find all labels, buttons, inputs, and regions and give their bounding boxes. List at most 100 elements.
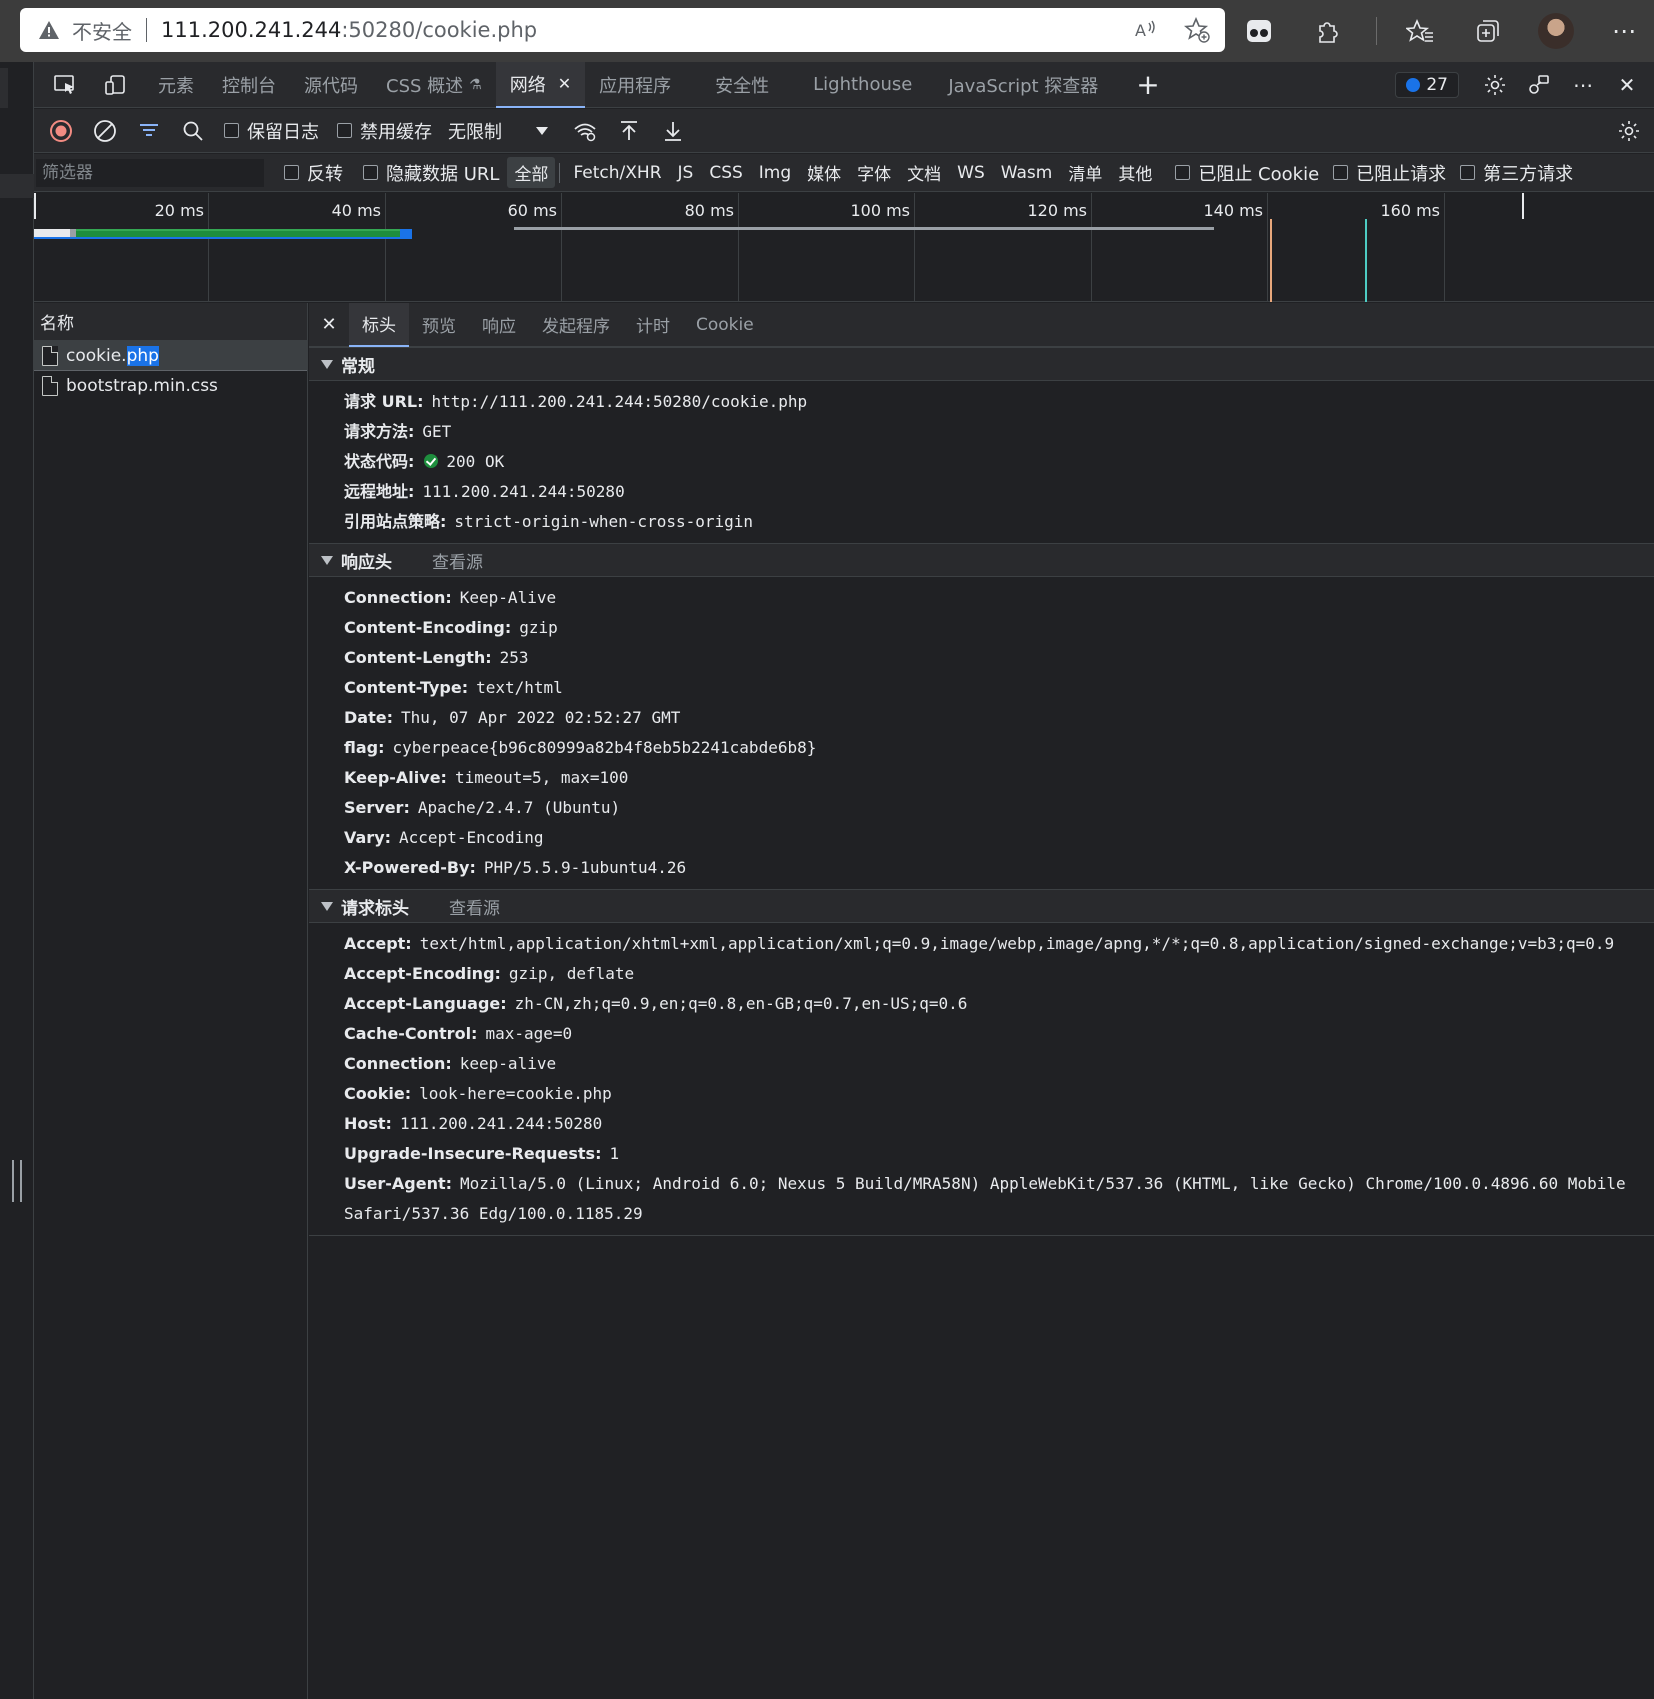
checkbox-box[interactable] [363,165,378,180]
filter-type-wasm[interactable]: Wasm [994,160,1060,186]
view-source-link[interactable]: 查看源 [432,548,483,573]
filter-type-manifest[interactable]: 清单 [1061,157,1109,188]
blocked-requests-checkbox[interactable]: 已阻止请求 [1333,160,1446,186]
third-party-checkbox[interactable]: 第三方请求 [1460,160,1573,186]
network-conditions-icon[interactable] [568,114,602,148]
tab-security[interactable]: 安全性 [701,62,783,108]
close-details-icon[interactable]: ✕ [309,314,349,335]
filter-icon[interactable] [132,114,166,148]
tab-sources[interactable]: 源代码 [290,62,372,108]
tab-preview[interactable]: 预览 [409,303,469,347]
header-value: gzip, deflate [508,964,635,983]
disable-cache-checkbox[interactable]: 禁用缓存 [337,118,432,144]
chevron-down-icon [536,126,548,135]
request-row[interactable]: bootstrap.min.css [34,371,307,401]
collections-icon[interactable] [1469,12,1507,50]
checkbox-box[interactable] [284,165,299,180]
search-icon[interactable] [176,114,210,148]
extensions-icon[interactable] [1308,12,1346,50]
header-value: GET [422,422,452,441]
tab-javascript-profiler[interactable]: JavaScript 探查器 [934,62,1112,108]
checkbox-box[interactable] [1460,165,1476,180]
filter-type-media[interactable]: 媒体 [800,157,848,188]
connect-device-icon[interactable] [1524,70,1554,100]
disable-cache-label: 禁用缓存 [360,121,432,143]
filter-type-other[interactable]: 其他 [1111,157,1159,188]
more-menu-icon[interactable]: ⋯ [1568,70,1598,100]
response-headers-section-header[interactable]: 响应头 查看源 [309,543,1654,577]
filter-type-all[interactable]: 全部 [507,157,556,188]
close-devtools-icon[interactable]: ✕ [1612,70,1642,100]
tab-initiator[interactable]: 发起程序 [529,303,623,347]
extension-avatar-icon[interactable] [1240,12,1278,50]
timeline-overview[interactable]: 20 ms 40 ms 60 ms 80 ms 100 ms 120 ms 14… [34,193,1654,302]
address-bar[interactable]: 不安全 111.200.241.244:50280/cookie.php A [20,8,1225,52]
hide-data-url-checkbox[interactable]: 隐藏数据 URL [363,160,499,186]
preserve-log-checkbox[interactable]: 保留日志 [224,118,319,144]
invert-checkbox[interactable]: 反转 [284,160,343,186]
header-value: keep-alive [459,1054,557,1073]
inspect-element-icon[interactable] [46,66,84,104]
export-har-icon[interactable] [656,114,690,148]
network-settings-gear-icon[interactable] [1612,114,1646,148]
tab-timing[interactable]: 计时 [623,303,683,347]
header-key: Host: [344,1114,392,1133]
filter-type-ws[interactable]: WS [950,160,992,186]
tab-css-overview[interactable]: CSS 概述 ⚗ [372,62,496,108]
header-key: Content-Type: [344,678,469,697]
header-key: 引用站点策略: [344,512,447,531]
general-section-header[interactable]: 常规 [309,347,1654,381]
url-host[interactable]: 111.200.241.244 [161,18,341,42]
checkbox-box[interactable] [337,123,352,138]
filter-type-doc[interactable]: 文档 [900,157,948,188]
settings-gear-icon[interactable] [1480,70,1510,100]
throttling-select[interactable]: 无限制 [448,118,548,144]
request-headers-section-header[interactable]: 请求标头 查看源 [309,889,1654,923]
resize-handle[interactable] [12,1160,22,1202]
add-tab-icon[interactable]: + [1122,62,1173,108]
clear-icon[interactable] [88,114,122,148]
warning-icon[interactable] [36,17,62,43]
checkbox-box[interactable] [224,123,239,138]
checkbox-box[interactable] [1175,165,1191,180]
blocked-requests-label: 已阻止请求 [1356,163,1447,185]
filter-type-fetch-xhr[interactable]: Fetch/XHR [566,160,668,186]
tab-console[interactable]: 控制台 [208,62,290,108]
close-tab-icon[interactable]: ✕ [558,74,571,93]
name-column-header[interactable]: 名称 [34,303,307,341]
filter-type-js[interactable]: JS [671,160,701,186]
header-row: Accept-Encoding: gzip, deflate [344,959,1654,989]
read-aloud-icon[interactable]: A [1131,16,1159,44]
header-row: 请求 URL: http://111.200.241.244:50280/cook… [344,387,1654,417]
tab-cookies[interactable]: Cookie [683,303,767,347]
favorites-icon[interactable] [1401,12,1439,50]
url-path[interactable]: :50280/cookie.php [341,18,537,42]
insecure-label[interactable]: 不安全 [72,16,132,45]
tab-network[interactable]: 网络 ✕ [495,61,586,108]
filter-type-img[interactable]: Img [752,160,798,186]
tab-elements[interactable]: 元素 [144,62,208,108]
view-source-link[interactable]: 查看源 [449,894,500,919]
device-toolbar-icon[interactable] [96,66,134,104]
import-har-icon[interactable] [612,114,646,148]
issues-badge[interactable]: 27 [1395,72,1459,98]
filter-type-css[interactable]: CSS [702,160,749,186]
checkbox-box[interactable] [1333,165,1349,180]
tab-response[interactable]: 响应 [469,303,529,347]
filter-type-font[interactable]: 字体 [850,157,898,188]
record-stop-icon[interactable] [44,114,78,148]
tab-application[interactable]: 应用程序 [585,62,685,108]
request-details-panel: ✕ 标头 预览 响应 发起程序 计时 Cookie 常规 请求 URL: http… [309,302,1654,1699]
more-options-icon[interactable]: ⋯ [1605,12,1643,50]
header-value: 111.200.241.244:50280 [422,482,625,501]
header-value: http://111.200.241.244:50280/cookie.php [431,392,808,411]
request-row[interactable]: cookie. php [34,341,307,371]
header-key: Connection: [344,1054,452,1073]
timeline-gridline [1444,193,1445,302]
tab-headers[interactable]: 标头 [349,302,409,347]
tab-lighthouse[interactable]: Lighthouse [799,62,926,108]
profile-avatar[interactable] [1537,12,1575,50]
blocked-cookies-checkbox[interactable]: 已阻止 Cookie [1175,160,1319,186]
favorite-add-icon[interactable] [1183,16,1211,44]
filter-input[interactable] [36,158,264,187]
